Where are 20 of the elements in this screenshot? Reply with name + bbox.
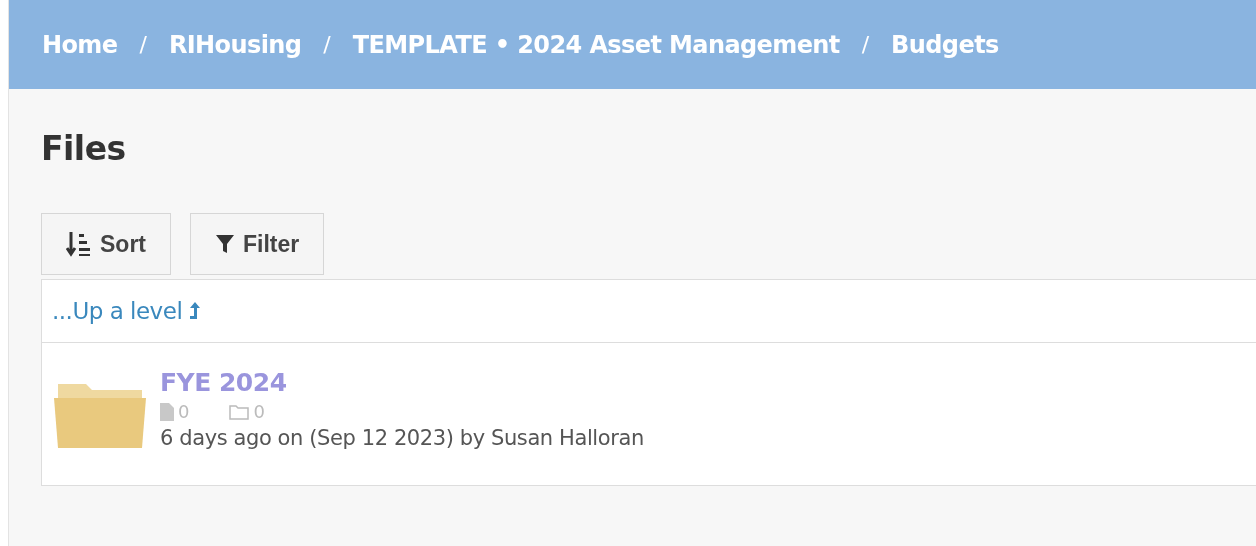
breadcrumb-link[interactable]: Home: [42, 30, 118, 59]
sort-icon: [66, 230, 92, 258]
filter-button[interactable]: Filter: [190, 213, 325, 275]
breadcrumb-link[interactable]: Budgets: [891, 30, 999, 59]
up-arrow-icon: [188, 301, 203, 321]
breadcrumb-separator: /: [139, 32, 147, 57]
folder-outline-icon: [229, 403, 250, 420]
filter-icon: [215, 233, 235, 255]
file-icon: [160, 402, 174, 421]
folder-name-link[interactable]: FYE 2024: [160, 368, 644, 397]
breadcrumb-separator: /: [323, 32, 331, 57]
breadcrumb-separator: /: [861, 32, 870, 57]
page-heading: Files: [40, 128, 127, 170]
sort-button[interactable]: Sort: [41, 213, 171, 275]
modified-info: 6 days ago on (Sep 12 2023) by Susan Halloran: [160, 426, 644, 450]
file-count: 0: [178, 401, 190, 422]
breadcrumb-link[interactable]: RIHousing: [168, 30, 302, 59]
subfolder-count: 0: [253, 401, 265, 422]
breadcrumb-link[interactable]: TEMPLATE • 2024 Asset Management: [352, 30, 840, 59]
up-level-link[interactable]: ...Up a level: [52, 298, 203, 324]
